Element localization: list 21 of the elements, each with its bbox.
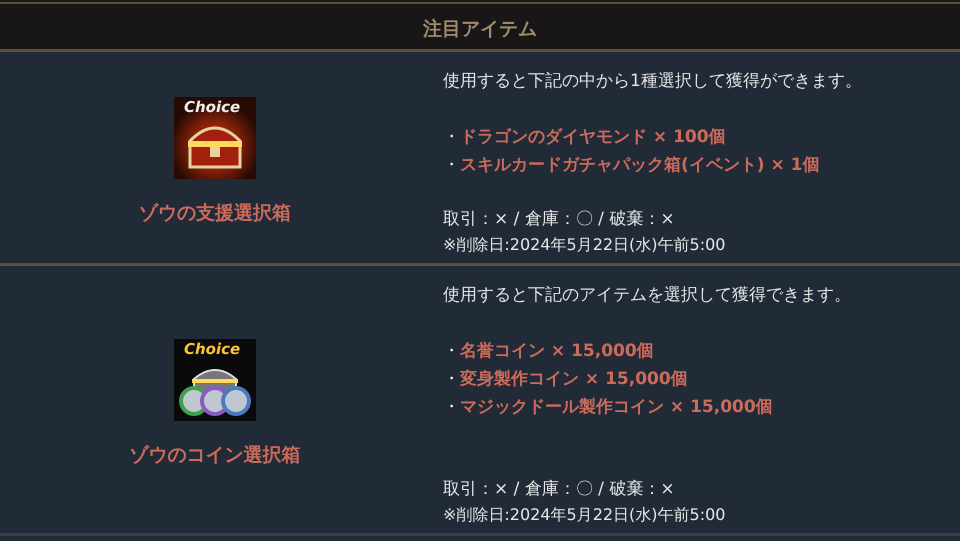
deletion-date: ※削除日:2024年5月22日(水)午前5:00 [443, 504, 726, 526]
reward-item: 名誉コイン × 15,000個 [460, 340, 654, 363]
description: 使用すると下記の中から1種選択して獲得ができます。 [443, 70, 863, 93]
reward-item: ドラゴンのダイヤモンド × 100個 [460, 126, 726, 149]
reward-item: 変身製作コイン × 15,000個 [460, 368, 688, 391]
bullet: ・ [443, 368, 460, 391]
bullet: ・ [443, 126, 460, 149]
item-name: ゾウのコイン選択箱 [130, 443, 300, 468]
section-title: 注目アイテム [423, 17, 537, 42]
reward-item: スキルカードガチャパック箱(イベント) × 1個 [460, 154, 820, 177]
description: 使用すると下記のアイテムを選択して獲得できます。 [443, 284, 852, 307]
item-name: ゾウの支援選択箱 [139, 201, 291, 226]
item-properties: 取引：× / 倉庫：〇 / 破棄：× [443, 208, 676, 231]
icon-label: Choice [184, 100, 240, 116]
bullet: ・ [443, 396, 460, 419]
deletion-date: ※削除日:2024年5月22日(水)午前5:00 [443, 234, 726, 256]
item-properties: 取引：× / 倉庫：〇 / 破棄：× [443, 478, 676, 501]
bullet: ・ [443, 340, 460, 363]
bullet: ・ [443, 154, 460, 177]
reward-item: マジックドール製作コイン × 15,000個 [460, 396, 773, 419]
icon-label: Choice [184, 342, 240, 358]
